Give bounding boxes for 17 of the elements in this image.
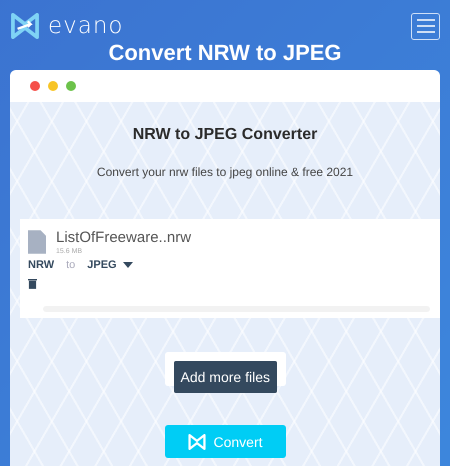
to-label: to xyxy=(66,259,76,271)
caret-icon xyxy=(122,262,133,268)
format-dropdown[interactable]: JPEG xyxy=(87,259,133,271)
page-title: Convert NRW to JPEG xyxy=(107,40,343,66)
delete-button[interactable] xyxy=(28,277,37,292)
converter-subtitle: Convert your nrw files to jpeg online & free 2021 xyxy=(96,165,354,179)
file-icon xyxy=(28,229,46,255)
add-files-button[interactable]: Add more files xyxy=(174,361,277,393)
menu-icon xyxy=(416,19,434,33)
menu-button[interactable] xyxy=(411,12,440,40)
converter-heading: NRW to JPEG Converter xyxy=(132,126,318,144)
logo-icon xyxy=(10,13,40,39)
trash-icon xyxy=(28,278,37,289)
file-name: ListOfFreeware..nrw xyxy=(56,229,192,246)
source-format: NRW xyxy=(28,259,54,271)
logo-icon xyxy=(187,434,208,450)
logo-text: evano xyxy=(48,13,124,39)
